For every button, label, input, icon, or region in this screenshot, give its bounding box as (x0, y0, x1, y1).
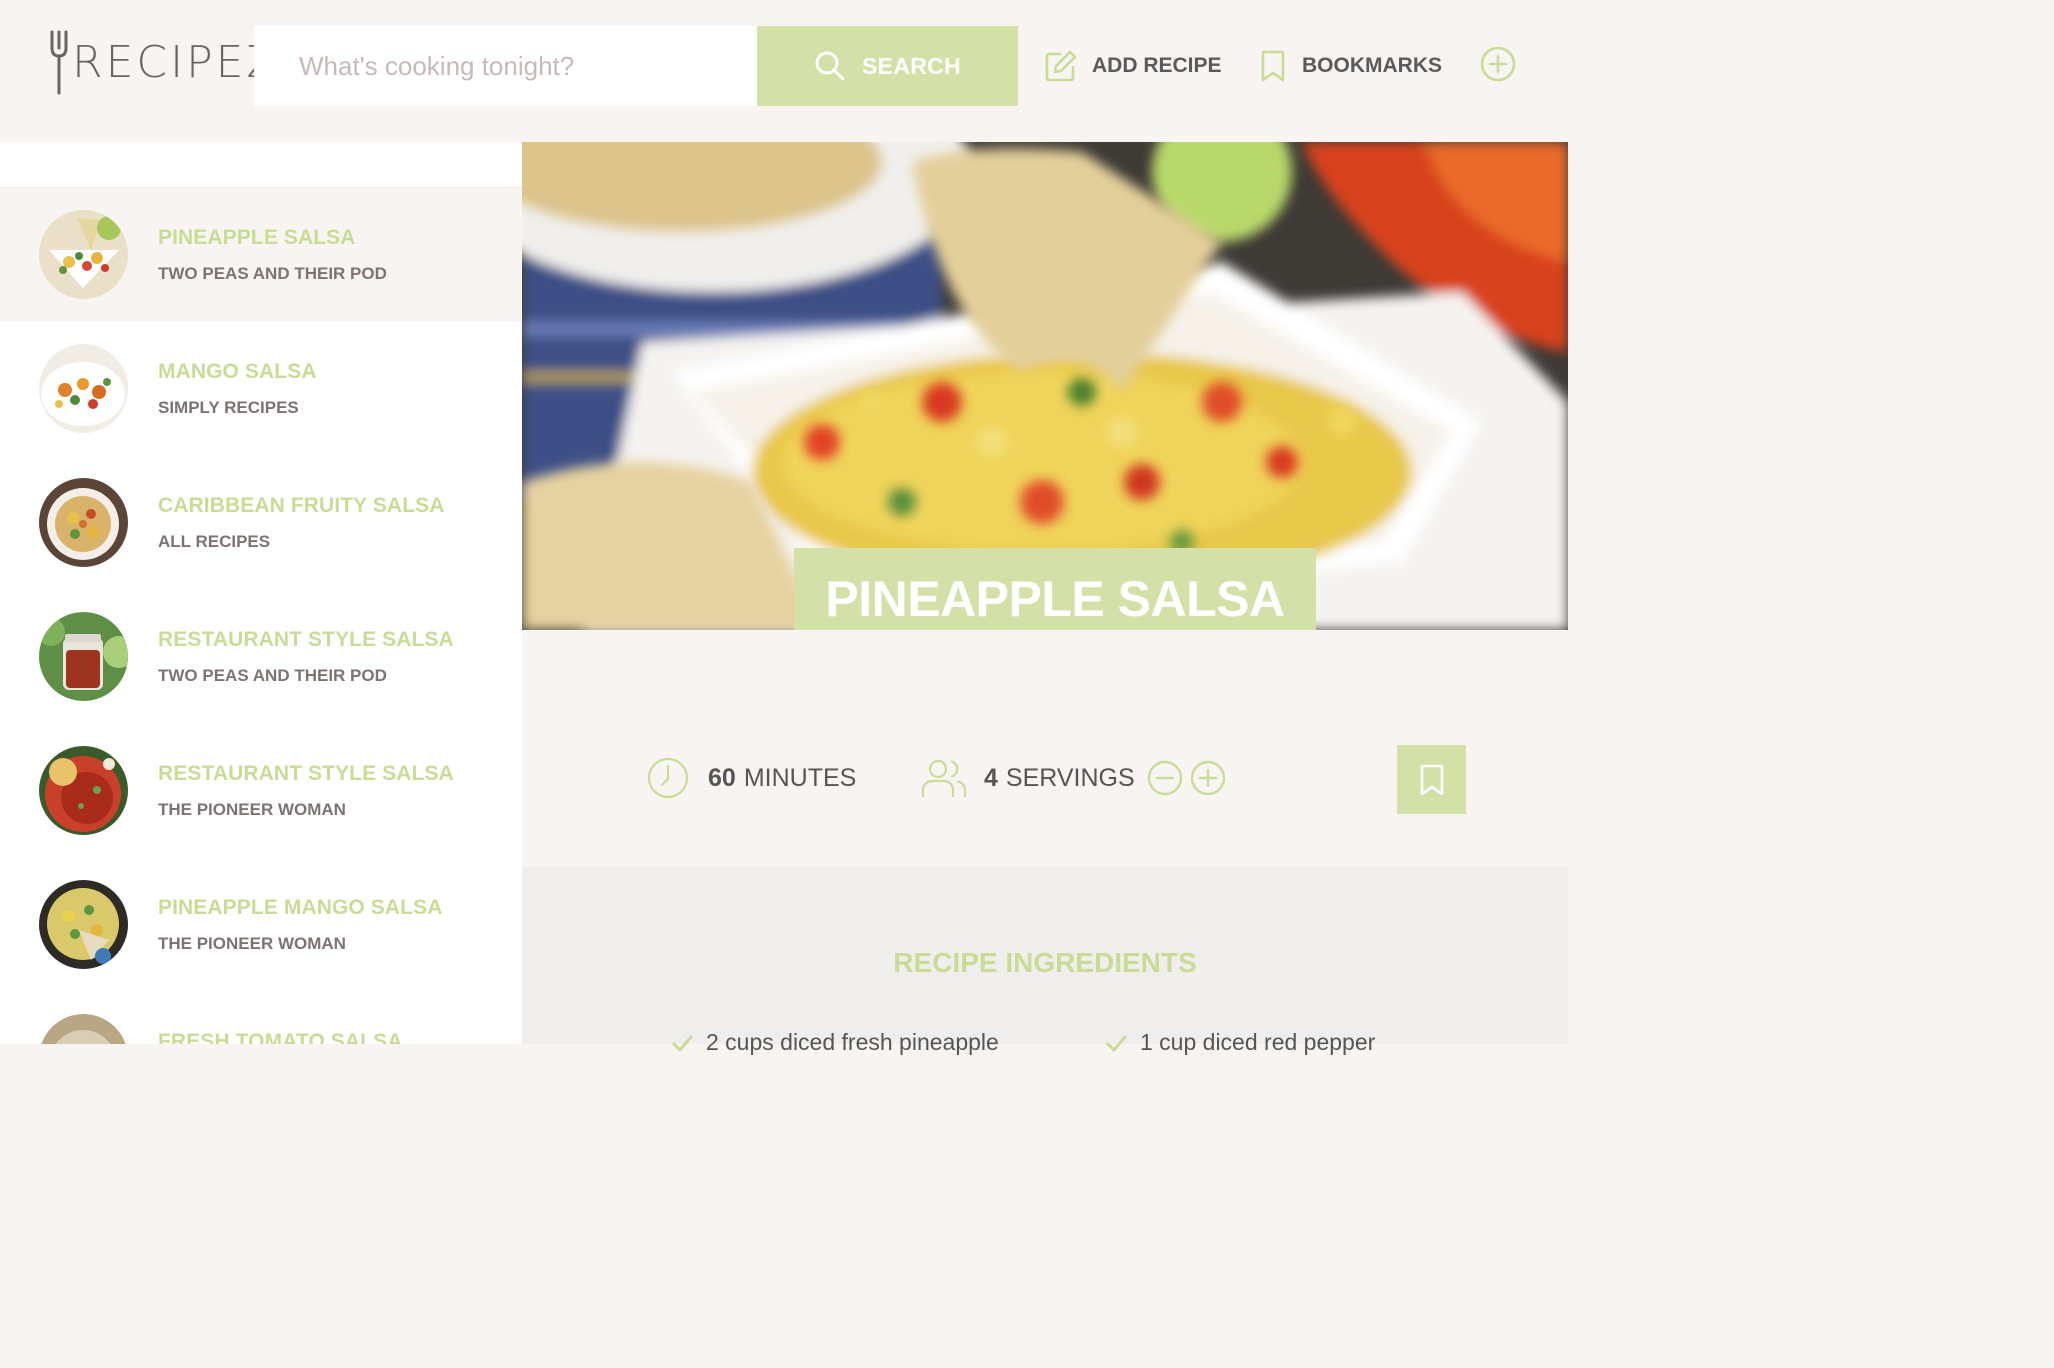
search-results-sidebar: PINEAPPLE SALSA TWO PEAS AND THEIR POD M… (0, 142, 522, 1044)
recipe-thumbnail (39, 746, 128, 835)
recipe-thumbnail (39, 1014, 128, 1044)
plus-circle-icon[interactable] (1479, 45, 1517, 83)
recipe-thumbnail (39, 478, 128, 567)
result-item[interactable]: RESTAURANT STYLE SALSA TWO PEAS AND THEI… (0, 590, 522, 724)
ingredients-heading: RECIPE INGREDIENTS (893, 947, 1197, 978)
check-icon (1106, 1035, 1127, 1051)
result-title: FRESH TOMATO SALSA (158, 1030, 403, 1044)
result-author: ALL RECIPES (158, 532, 271, 551)
bookmarks-label: BOOKMARKS (1302, 54, 1442, 77)
users-icon (921, 759, 967, 798)
recipe-details: 60 MINUTES 4 SERVINGS (522, 630, 1568, 867)
ingredient-text: 1 cup diced red pepper (1140, 1029, 1376, 1055)
time-value: 60 (708, 763, 736, 792)
recipe-thumbnail (39, 344, 128, 433)
result-item[interactable]: RESTAURANT STYLE SALSA THE PIONEER WOMAN (0, 724, 522, 858)
search-input[interactable] (254, 26, 758, 106)
recipe-thumbnail (39, 880, 128, 969)
ingredient-item: 1 cup diced red pepper (1104, 1029, 1375, 1056)
fork-logo-icon (50, 30, 68, 95)
ingredient-text: 2 cups diced fresh pineapple (706, 1029, 999, 1055)
servings: 4 SERVINGS (920, 756, 1135, 800)
result-author: TWO PEAS AND THEIR POD (158, 264, 387, 283)
search-button-label: SEARCH (862, 52, 961, 79)
servings-unit: SERVINGS (1005, 763, 1135, 792)
recipe-panel: PINEAPPLE SALSA 60 MINUTES 4 SERVINGS RE… (522, 142, 1568, 1055)
bookmark-recipe-button[interactable] (1397, 745, 1466, 814)
result-item[interactable]: PINEAPPLE SALSA TWO PEAS AND THEIR POD (0, 188, 522, 322)
bookmark-icon (1261, 50, 1285, 82)
result-author: THE PIONEER WOMAN (158, 934, 346, 953)
servings-value: 4 (984, 763, 998, 792)
increase-servings-button[interactable] (1190, 760, 1226, 796)
bookmarks-button[interactable]: BOOKMARKS (1258, 36, 1442, 96)
result-author: TWO PEAS AND THEIR POD (158, 666, 387, 685)
logo-text: RECIPEZ (72, 37, 280, 88)
result-title: PINEAPPLE MANGO SALSA (158, 896, 443, 919)
time-unit: MINUTES (743, 763, 857, 792)
header: RECIPEZ SEARCH ADD RECIPE BOOKMARKS (0, 0, 1568, 142)
edit-icon (1045, 50, 1077, 82)
result-title: RESTAURANT STYLE SALSA (158, 628, 454, 651)
search-icon (815, 51, 845, 81)
result-item[interactable]: PINEAPPLE MANGO SALSA THE PIONEER WOMAN (0, 858, 522, 992)
sidebar-spacer (0, 142, 522, 188)
logo[interactable]: RECIPEZ (48, 30, 280, 96)
result-author: THE PIONEER WOMAN (158, 800, 346, 819)
result-author: SIMPLY RECIPES (158, 398, 299, 417)
ingredient-item: 2 cups diced fresh pineapple (670, 1029, 999, 1056)
cooking-time: 60 MINUTES (646, 756, 856, 800)
search-button[interactable]: SEARCH (757, 26, 1018, 106)
result-title: RESTAURANT STYLE SALSA (158, 762, 454, 785)
result-title: CARIBBEAN FRUITY SALSA (158, 494, 445, 517)
result-title: MANGO SALSA (158, 360, 317, 383)
result-item[interactable]: MANGO SALSA SIMPLY RECIPES (0, 322, 522, 456)
recipe-thumbnail (39, 612, 128, 701)
recipe-thumbnail (39, 210, 128, 299)
ingredients-section: RECIPE INGREDIENTS 2 cups diced fresh pi… (522, 867, 1568, 1055)
result-item[interactable]: FRESH TOMATO SALSA (0, 992, 522, 1044)
clock-icon (647, 757, 689, 799)
check-icon (672, 1035, 693, 1051)
decrease-servings-button[interactable] (1147, 760, 1183, 796)
add-recipe-label: ADD RECIPE (1092, 54, 1222, 77)
result-title: PINEAPPLE SALSA (158, 226, 356, 249)
result-item[interactable]: CARIBBEAN FRUITY SALSA ALL RECIPES (0, 456, 522, 590)
add-recipe-button[interactable]: ADD RECIPE (1044, 36, 1222, 96)
bookmark-icon (1420, 764, 1443, 795)
